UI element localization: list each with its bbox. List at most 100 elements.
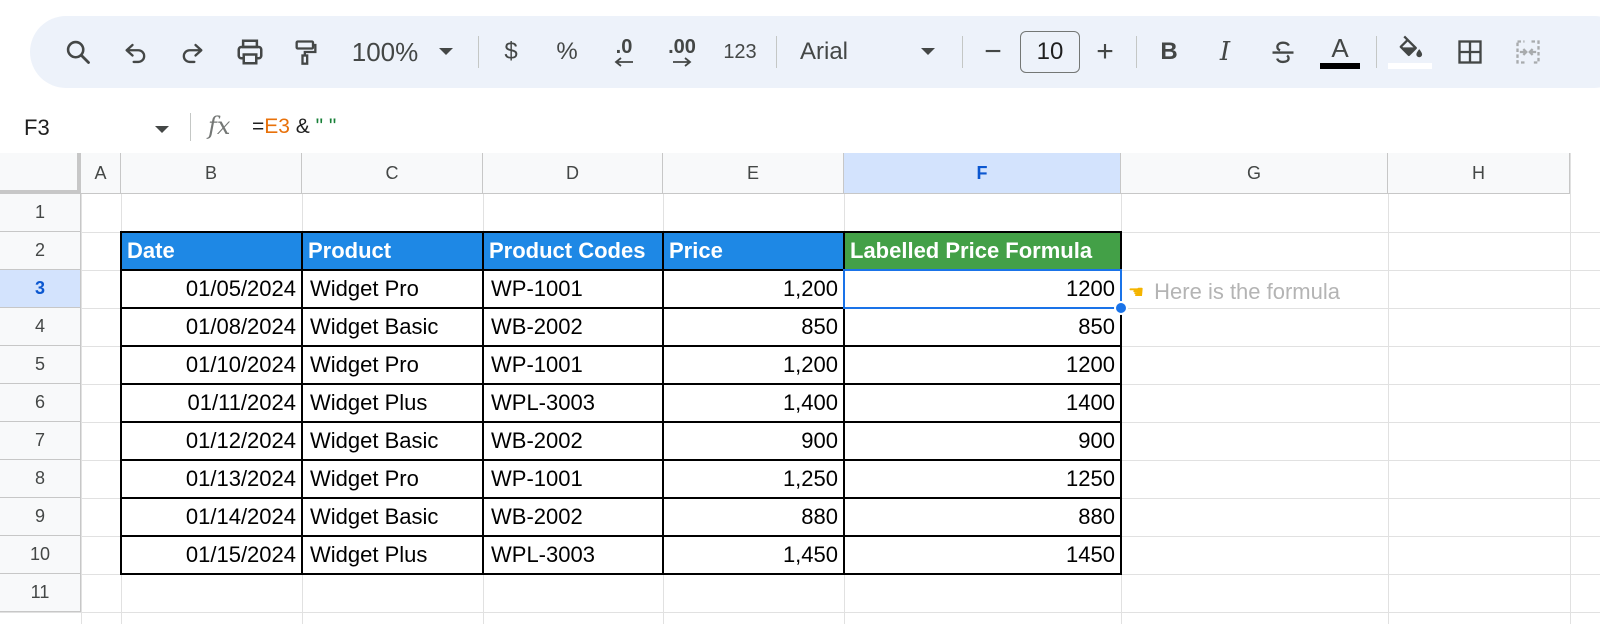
- row-header-6[interactable]: 6: [0, 384, 81, 422]
- column-header-a[interactable]: A: [81, 153, 121, 194]
- increase-decimal-label: .00: [668, 36, 696, 58]
- row-header-5[interactable]: 5: [0, 346, 81, 384]
- toolbar-divider: [478, 36, 479, 68]
- row-header-3[interactable]: 3: [0, 270, 81, 308]
- formula-cell-reference: E3: [264, 115, 290, 138]
- row-header-4[interactable]: 4: [0, 308, 81, 346]
- plus-icon: +: [1096, 35, 1114, 68]
- row-header-10[interactable]: 10: [0, 536, 81, 574]
- gridline-vertical: [81, 153, 82, 624]
- decrease-decimal-button[interactable]: .0: [606, 16, 642, 88]
- font-family-value: Arial: [800, 38, 849, 65]
- name-box[interactable]: F3: [24, 115, 50, 141]
- table-border-vertical: [662, 232, 664, 574]
- table-border-vertical: [301, 232, 303, 574]
- undo-icon: [122, 38, 150, 66]
- name-box-value: F3: [24, 115, 50, 140]
- zoom-dropdown-arrow[interactable]: [434, 16, 458, 88]
- italic-icon: I: [1219, 37, 1231, 67]
- search-menus-button[interactable]: [58, 16, 98, 88]
- toolbar-divider: [962, 36, 963, 68]
- fill-color-button[interactable]: [1386, 16, 1434, 88]
- redo-button[interactable]: [172, 16, 212, 88]
- table-border-horizontal: [121, 497, 1121, 499]
- table-border-horizontal: [121, 535, 1121, 537]
- caret-down-icon: [920, 47, 936, 57]
- select-all-corner[interactable]: [0, 153, 81, 194]
- paint-format-button[interactable]: [286, 16, 326, 88]
- merge-cells-button[interactable]: [1508, 16, 1548, 88]
- column-header-g[interactable]: G: [1121, 153, 1388, 194]
- column-header-e[interactable]: E: [663, 153, 844, 194]
- percent-label: %: [556, 38, 578, 65]
- formula-operator: &: [289, 115, 316, 138]
- column-header-d[interactable]: D: [483, 153, 663, 194]
- table-border-vertical: [482, 232, 484, 574]
- active-cell-selection: [843, 269, 1122, 309]
- row-header-7[interactable]: 7: [0, 422, 81, 460]
- formula-bar: F3: [0, 101, 1600, 153]
- column-header-h[interactable]: H: [1388, 153, 1570, 194]
- table-border-horizontal: [121, 459, 1121, 461]
- search-icon: [64, 38, 92, 66]
- row-header-1[interactable]: 1: [0, 194, 81, 232]
- zoom-select[interactable]: 100%: [346, 16, 424, 88]
- toolbar-divider: [1136, 36, 1137, 68]
- bold-icon: B: [1160, 38, 1178, 65]
- fill-handle[interactable]: [1114, 301, 1128, 315]
- strikethrough-icon: [1269, 38, 1297, 66]
- pointing-hand-icon: ☚: [1128, 281, 1145, 302]
- table-border-horizontal: [121, 383, 1121, 385]
- bold-button[interactable]: B: [1154, 16, 1184, 88]
- column-header-b[interactable]: B: [121, 153, 302, 194]
- undo-button[interactable]: [116, 16, 156, 88]
- text-color-button[interactable]: A: [1318, 16, 1362, 88]
- decrease-decimal-label: .0: [615, 36, 633, 58]
- italic-button[interactable]: I: [1210, 16, 1240, 88]
- redo-icon: [178, 38, 206, 66]
- formula-annotation: ☚ Here is the formula: [1128, 279, 1340, 304]
- print-button[interactable]: [230, 16, 270, 88]
- increase-font-size-button[interactable]: +: [1090, 16, 1120, 88]
- column-header-c[interactable]: C: [302, 153, 483, 194]
- more-formats-button[interactable]: 123: [718, 16, 762, 88]
- column-header-f[interactable]: F: [844, 153, 1121, 194]
- text-color-icon: A: [1331, 33, 1349, 63]
- gridline-horizontal: [0, 612, 1600, 613]
- strikethrough-button[interactable]: [1266, 16, 1300, 88]
- row-header-8[interactable]: 8: [0, 460, 81, 498]
- row-header-2[interactable]: 2: [0, 232, 81, 270]
- toolbar: 100% $ % .0 .00 123 Arial − + B I A: [30, 16, 1600, 88]
- table-border-horizontal: [121, 345, 1121, 347]
- minus-icon: −: [984, 35, 1002, 68]
- formula-string-literal: " ": [315, 115, 337, 138]
- font-family-select[interactable]: Arial: [800, 16, 920, 88]
- arrow-left-icon: [613, 57, 635, 67]
- fill-color-swatch: [1388, 63, 1432, 69]
- row-header-11[interactable]: 11: [0, 574, 81, 612]
- fx-icon: fx: [208, 112, 230, 140]
- more-formats-label: 123: [723, 40, 757, 63]
- formula-equals: =: [252, 115, 265, 138]
- font-size-value: 10: [1036, 38, 1064, 65]
- paint-format-icon: [292, 38, 320, 66]
- text-color-swatch: [1320, 63, 1360, 69]
- font-size-input[interactable]: 10: [1020, 31, 1080, 73]
- formula-input[interactable]: =E3 & " ": [252, 115, 336, 139]
- formula-bar-divider: [190, 113, 191, 141]
- font-family-dropdown-arrow[interactable]: [916, 16, 940, 88]
- row-header-9[interactable]: 9: [0, 498, 81, 536]
- annotation-text: Here is the formula: [1154, 279, 1340, 304]
- zoom-value: 100%: [351, 36, 419, 67]
- caret-down-icon[interactable]: [154, 122, 170, 140]
- borders-button[interactable]: [1450, 16, 1490, 88]
- format-currency-button[interactable]: $: [498, 16, 524, 88]
- currency-label: $: [504, 38, 518, 65]
- toolbar-divider: [1376, 36, 1377, 68]
- fill-color-icon: [1395, 35, 1425, 61]
- merge-cells-icon: [1513, 38, 1543, 66]
- print-icon: [235, 37, 265, 67]
- decrease-font-size-button[interactable]: −: [978, 16, 1008, 88]
- format-percent-button[interactable]: %: [554, 16, 580, 88]
- increase-decimal-button[interactable]: .00: [662, 16, 702, 88]
